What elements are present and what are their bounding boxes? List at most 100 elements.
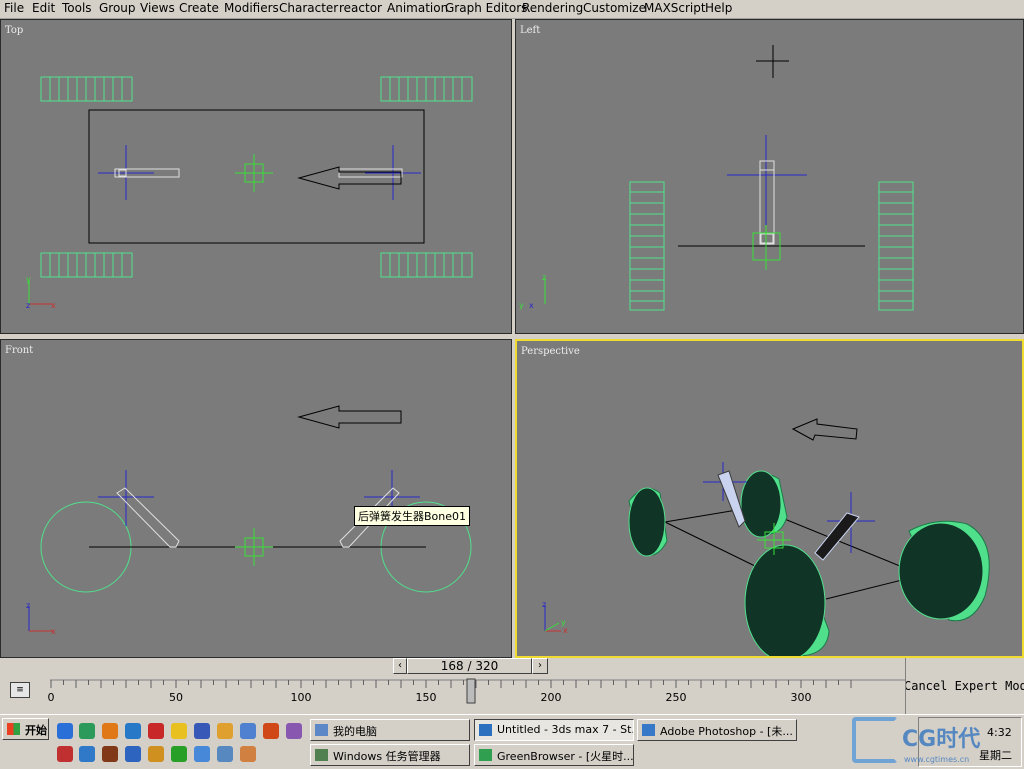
taskbar-photoshop-label: Adobe Photoshop - [未... [660,725,793,738]
menu-reactor[interactable]: reactor [339,1,382,15]
status-prompt: Cancel Expert Mode [905,658,1024,714]
timeline-tick-label: 50 [169,691,183,704]
menu-character[interactable]: Character [279,1,338,15]
taskbar-task-manager[interactable]: Windows 任务管理器 [310,744,470,766]
smiley-quicklaunch-icon[interactable] [217,723,233,739]
browser-quicklaunch-icon[interactable] [79,723,95,739]
bone-perspective-right [814,492,875,561]
trackbar-area: ‹ 168 / 320 › ≡ 0 50 100 150 200 250 300 Cance… [0,658,1024,714]
viewport-left[interactable]: Left z y x [515,19,1024,334]
axis-gizmo-left: z y x [519,273,546,310]
menu-file[interactable]: File [4,1,24,15]
menu-group[interactable]: Group [99,1,136,15]
object-tooltip: 后弹簧发生器Bone01 [354,506,471,526]
firefox-quicklaunch-icon[interactable] [102,723,118,739]
bone-left [727,135,807,245]
timeline-tick-label: 150 [416,691,437,704]
taskbar-my-computer-label: 我的电脑 [333,725,377,738]
computer-icon [315,724,328,736]
system-tray: 4:32 星期二 [918,717,1022,767]
tree-quicklaunch-icon[interactable] [171,746,187,762]
menu-create[interactable]: Create [179,1,219,15]
svg-text:z: z [542,273,546,282]
wheel-left-b [878,181,914,311]
wheel-top-rear-right [380,252,473,278]
timeline-tick-label: 100 [291,691,312,704]
menu-help[interactable]: Help [705,1,732,15]
svg-text:x: x [51,627,56,636]
tray-weekday: 星期二 [979,749,1012,762]
lion-quicklaunch-icon[interactable] [148,746,164,762]
wheel-perspective-rear-left [628,487,668,557]
svg-text:x: x [563,626,568,635]
taskbar-task-manager-label: Windows 任务管理器 [333,750,441,763]
timeline-track[interactable]: 0 50 100 150 200 250 300 [0,658,1024,714]
timeline-tick-label: 0 [48,691,55,704]
menu-views[interactable]: Views [140,1,175,15]
menu-edit[interactable]: Edit [32,1,55,15]
windows-logo-icon [7,723,20,735]
flash-quicklaunch-icon[interactable] [125,723,141,739]
user-quicklaunch-icon[interactable] [240,746,256,762]
taskbar: 开始 我的电脑 Untitled - 3ds max 7 - St... Ado… [0,714,1024,769]
menu-modifiers[interactable]: Modifiers [224,1,279,15]
wheel-perspective-front-left [744,544,830,656]
direction-arrow-front [297,405,402,429]
axis-gizmo-top: y z x [26,275,56,310]
center-helper-left [752,225,781,270]
axis-gizmo-perspective: z x y [542,600,568,635]
photoshop-quicklaunch-icon[interactable] [102,746,118,762]
shield-quicklaunch-icon[interactable] [125,746,141,762]
menu-graph-editors[interactable]: Graph Editors [445,1,527,15]
app-blue-quicklaunch-icon[interactable] [79,746,95,762]
svg-text:z: z [26,601,30,610]
svg-text:y: y [26,275,31,284]
wheel-top-front-right [380,76,473,102]
tool-quicklaunch-icon[interactable] [57,746,73,762]
arrow-quicklaunch-icon[interactable] [240,723,256,739]
puzzle-quicklaunch-icon[interactable] [286,723,302,739]
menu-customize[interactable]: Customize [583,1,646,15]
menu-tools[interactable]: Tools [62,1,92,15]
cg-logo-mark-icon [852,717,898,763]
chat-quicklaunch-icon[interactable] [194,746,210,762]
wheel-top-rear-left [40,252,133,278]
svg-text:z: z [542,600,546,609]
center-helper-top [235,154,273,192]
taskbar-photoshop[interactable]: Adobe Photoshop - [未... [637,719,797,741]
viewport-front[interactable]: Front z x 后弹簧发生器Bone01 [0,339,512,658]
viewport-front-scene: z x [26,405,472,636]
max-app-icon [479,724,492,736]
player-quicklaunch-icon[interactable] [194,723,210,739]
menu-rendering[interactable]: Rendering [522,1,583,15]
tray-clock[interactable]: 4:32 [987,726,1012,739]
ie-quicklaunch-icon[interactable] [57,723,73,739]
bone-perspective-left [703,462,747,528]
svg-text:y: y [561,618,566,627]
menu-maxscript[interactable]: MAXScript [644,1,706,15]
svg-text:x: x [529,301,534,310]
start-button[interactable]: 开始 [2,718,49,740]
taskbar-my-computer[interactable]: 我的电脑 [310,719,470,741]
viewport-top[interactable]: Top y z x [0,19,512,334]
app-red-quicklaunch-icon[interactable] [148,723,164,739]
menu-bar: File Edit Tools Group Views Create Modif… [0,0,1024,19]
wheel-perspective-front-right [898,520,990,622]
pen-quicklaunch-icon[interactable] [217,746,233,762]
crosshair-left [756,45,789,78]
viewport-left-scene: z y x [519,45,914,311]
greenbrowser-icon [479,749,492,761]
photoshop-app-icon [642,724,655,736]
taskbar-greenbrowser[interactable]: GreenBrowser - [火星时... [474,744,634,766]
flag-quicklaunch-icon[interactable] [263,723,279,739]
viewport-perspective[interactable]: Perspective z x y [515,339,1024,658]
taskbar-3dsmax[interactable]: Untitled - 3ds max 7 - St... [474,719,634,741]
timeline-ticks: 0 50 100 150 200 250 300 [48,680,852,704]
svg-text:x: x [51,301,56,310]
viewport-perspective-scene: z x y [542,418,990,656]
menu-animation[interactable]: Animation [387,1,448,15]
wheel-top-front-left [40,76,133,102]
warning-quicklaunch-icon[interactable] [171,723,187,739]
task-manager-icon [315,749,328,761]
direction-arrow-perspective [791,418,858,441]
